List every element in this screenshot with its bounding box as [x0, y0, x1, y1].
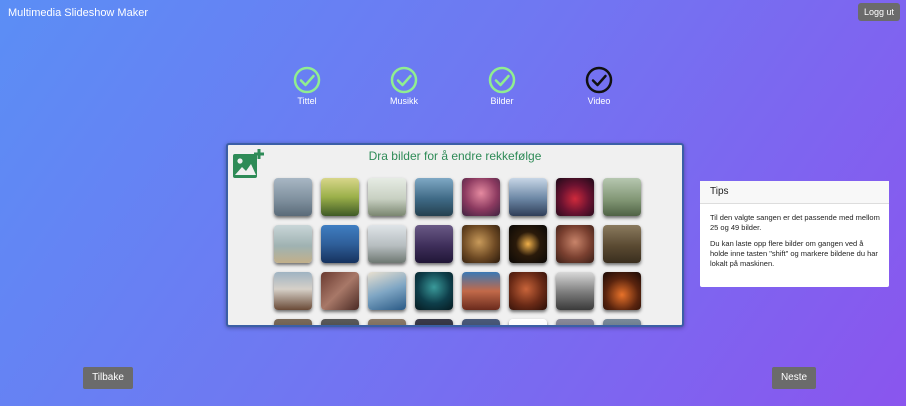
check-circle-icon [488, 66, 516, 94]
photo-thumbnail[interactable] [509, 319, 547, 325]
photo-thumbnail[interactable] [274, 178, 312, 216]
photo-thumbnail[interactable] [415, 272, 453, 310]
photo-thumbnail[interactable] [415, 178, 453, 216]
photo-thumbnail[interactable] [556, 225, 594, 263]
step-label: Musikk [389, 96, 418, 106]
step-bilder[interactable]: Bilder [472, 66, 532, 106]
tips-paragraph: Til den valgte sangen er det passende me… [710, 213, 880, 232]
logout-button[interactable]: Logg ut [858, 3, 900, 21]
photo-thumbnail[interactable] [415, 225, 453, 263]
photo-thumbnail[interactable] [274, 272, 312, 310]
photo-thumbnail[interactable] [274, 319, 312, 325]
photo-thumbnail[interactable] [556, 178, 594, 216]
photo-thumbnail[interactable] [462, 272, 500, 310]
check-circle-icon [585, 66, 613, 94]
tips-panel: Tips Til den valgte sangen er det passen… [700, 181, 889, 287]
image-sort-panel: Dra bilder for å endre rekkefølge [226, 143, 684, 327]
check-circle-icon [293, 66, 321, 94]
tips-body: Til den valgte sangen er det passende me… [700, 204, 889, 269]
step-video[interactable]: Video [569, 66, 629, 106]
back-button[interactable]: Tilbake [83, 367, 133, 389]
photo-thumbnail[interactable] [509, 272, 547, 310]
editor-header: Dra bilder for å endre rekkefølge [368, 149, 542, 163]
photo-thumbnail[interactable] [556, 319, 594, 325]
photo-thumbnail[interactable] [509, 178, 547, 216]
photo-thumbnail[interactable] [368, 319, 406, 325]
step-label: Bilder [490, 96, 514, 106]
check-circle-icon [390, 66, 418, 94]
photo-thumbnail[interactable] [321, 272, 359, 310]
photo-thumbnail[interactable] [603, 178, 641, 216]
photo-thumbnail[interactable] [368, 272, 406, 310]
photo-thumbnail[interactable] [321, 178, 359, 216]
next-button[interactable]: Neste [772, 367, 816, 389]
tips-paragraph: Du kan laste opp flere bilder om gangen … [710, 239, 878, 268]
photo-thumbnail[interactable] [321, 225, 359, 263]
photo-thumbnail[interactable] [368, 178, 406, 216]
photo-thumbnail[interactable] [415, 319, 453, 325]
photo-thumbnail[interactable] [274, 225, 312, 263]
step-musikk[interactable]: Musikk [374, 66, 434, 106]
photo-thumbnail[interactable] [462, 178, 500, 216]
step-tittel[interactable]: Tittel [277, 66, 337, 106]
photo-thumbnail[interactable] [462, 225, 500, 263]
step-label: Tittel [297, 96, 317, 106]
photo-thumbnail[interactable] [603, 225, 641, 263]
photo-thumbnail[interactable] [603, 319, 641, 325]
photo-thumbnail[interactable] [556, 272, 594, 310]
photo-thumbnail[interactable] [509, 225, 547, 263]
app-title: Multimedia Slideshow Maker [8, 7, 148, 19]
photo-thumbnail[interactable] [321, 319, 359, 325]
step-label: Video [587, 96, 611, 106]
tips-title: Tips [700, 181, 889, 204]
photo-thumbnail[interactable] [603, 272, 641, 310]
photo-thumbnail[interactable] [368, 225, 406, 263]
photo-thumbnail[interactable] [462, 319, 500, 325]
